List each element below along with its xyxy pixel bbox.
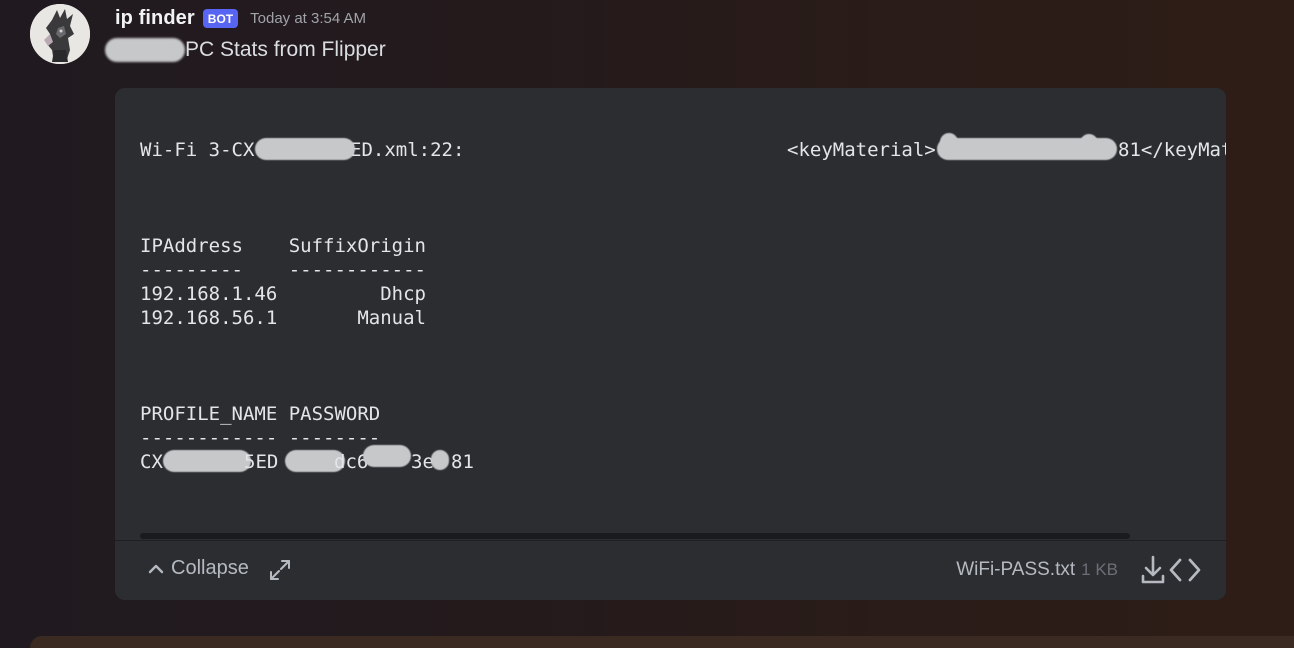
message-header: ip finder BOT Today at 3:54 AM	[115, 4, 366, 32]
code-line: Wi-Fi 3-CX	[140, 139, 255, 161]
chevron-up-icon	[148, 564, 164, 573]
view-code-button[interactable]	[1168, 555, 1202, 585]
code-preview[interactable]: Wi-Fi 3-CX ED.xml:22: <keyMaterial> 81</…	[115, 88, 1226, 540]
redaction-mark	[940, 133, 958, 151]
code-line: 5ED	[244, 451, 279, 473]
expand-button[interactable]	[267, 557, 293, 583]
code-line: 81</keyMat	[1118, 139, 1226, 161]
code-line: 81	[451, 451, 474, 473]
download-icon	[1141, 555, 1165, 584]
redaction-mark	[255, 138, 355, 160]
bot-badge: BOT	[202, 8, 239, 28]
author-name[interactable]: ip finder	[115, 7, 195, 30]
file-size: 1 KB	[1081, 560, 1118, 579]
redaction-mark	[363, 445, 411, 467]
code-line: --------- ------------	[140, 259, 426, 281]
redaction-mark	[105, 38, 185, 62]
code-line: <keyMaterial>	[787, 139, 936, 161]
redaction-mark	[1080, 134, 1098, 152]
avatar-image	[30, 4, 90, 64]
redaction-mark	[163, 450, 251, 472]
code-line: ------------ --------	[140, 427, 381, 449]
text-file-attachment: Wi-Fi 3-CX ED.xml:22: <keyMaterial> 81</…	[115, 88, 1226, 600]
code-line: 192.168.1.46 Dhcp	[140, 283, 426, 305]
code-line: CX	[140, 451, 163, 473]
chat-message: ip finder BOT Today at 3:54 AM PC Stats …	[0, 0, 1294, 620]
next-message-preview	[30, 636, 1294, 648]
file-info: WiFi-PASS.txt 1 KB	[956, 559, 1118, 581]
avatar[interactable]	[30, 4, 90, 64]
message-timestamp[interactable]: Today at 3:54 AM	[250, 10, 366, 27]
code-line: IPAddress SuffixOrigin	[140, 235, 426, 257]
file-name[interactable]: WiFi-PASS.txt	[956, 559, 1075, 581]
redaction-mark	[431, 450, 449, 470]
collapse-button[interactable]: Collapse	[147, 557, 249, 580]
download-button[interactable]	[1138, 553, 1168, 587]
attachment-footer: Collapse WiFi-PASS.txt 1 KB	[115, 540, 1226, 600]
code-brackets-icon	[1169, 558, 1201, 582]
horizontal-scrollbar[interactable]	[140, 533, 1130, 539]
code-line: ED.xml:22:	[350, 139, 465, 161]
message-content: PC Stats from Flipper	[105, 36, 386, 64]
collapse-label: Collapse	[171, 557, 249, 579]
code-line: PROFILE_NAME PASSWORD	[140, 403, 381, 425]
message-text: PC Stats from Flipper	[185, 38, 386, 61]
code-line: 192.168.56.1 Manual	[140, 307, 426, 329]
expand-arrows-icon	[270, 560, 290, 580]
